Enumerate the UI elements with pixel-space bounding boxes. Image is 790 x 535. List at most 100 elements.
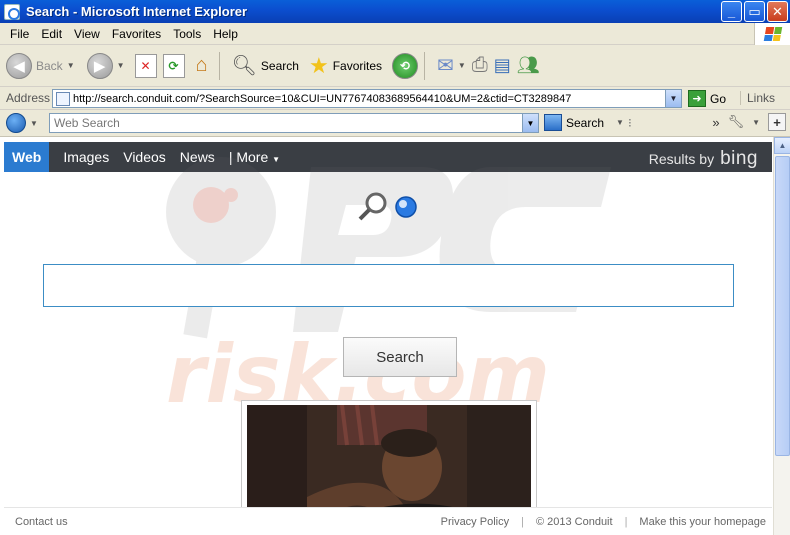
favorites-button[interactable]: ★ Favorites: [309, 53, 382, 79]
footer-divider: |: [624, 515, 628, 528]
printer-icon: ⎙: [471, 54, 488, 76]
nav-tab-videos[interactable]: Videos: [123, 149, 166, 165]
results-by-bing: Results by bing: [649, 148, 758, 170]
search-icon: 🔍︎: [231, 55, 257, 77]
menu-help[interactable]: Help: [213, 27, 238, 41]
address-bar: Address http://search.conduit.com/?Searc…: [0, 87, 790, 110]
main-search-input[interactable]: [44, 265, 733, 306]
toolbar-search-button[interactable]: Search ▼ ⁝: [544, 114, 632, 131]
stop-icon: ✕: [134, 53, 157, 78]
mail-icon: ✉: [437, 55, 454, 77]
close-button[interactable]: ✕: [767, 1, 788, 22]
chevron-down-icon[interactable]: ▼: [30, 119, 38, 128]
standard-toolbar: ◀ Back ▼ ▶ ▼ ✕ ⟳ ⌂ 🔍︎ Search ★ Favorites…: [0, 45, 790, 87]
forward-arrow-icon: ▶: [86, 52, 113, 79]
toolbar-search-label: Search: [566, 115, 605, 130]
menu-bar: File Edit View Favorites Tools Help: [0, 23, 790, 45]
go-button[interactable]: ➜ Go: [688, 90, 726, 107]
address-input[interactable]: http://search.conduit.com/?SearchSource=…: [52, 89, 682, 108]
messenger-button[interactable]: 👥︎: [517, 55, 540, 76]
wrench-icon[interactable]: 🔧︎: [728, 114, 745, 130]
go-label: Go: [710, 91, 727, 106]
chevron-down-icon: ▼: [116, 61, 125, 70]
page-footer: Contact us Privacy Policy | © 2013 Condu…: [4, 507, 772, 535]
back-button[interactable]: ◀ Back ▼: [6, 52, 75, 79]
address-dropdown-button[interactable]: ▼: [665, 90, 681, 107]
contact-us-link[interactable]: Contact us: [15, 516, 68, 528]
minimize-button[interactable]: _: [721, 1, 742, 22]
search-nav-bar: Web Images Videos News | More ▼ Results …: [4, 142, 772, 172]
results-by-label: Results by: [648, 151, 715, 167]
nav-more[interactable]: | More ▼: [229, 149, 280, 165]
main-search-box: [43, 264, 734, 307]
chevron-down-icon[interactable]: ▼: [752, 118, 760, 127]
history-button[interactable]: ⟲: [392, 52, 419, 79]
privacy-policy-link[interactable]: Privacy Policy: [441, 516, 509, 528]
toolbar-search-box: ▼: [49, 113, 539, 133]
refresh-icon: ⟳: [162, 53, 185, 78]
page-content: Web Images Videos News | More ▼ Results …: [0, 137, 773, 535]
go-arrow-icon: ➜: [688, 90, 706, 107]
bing-logo: bing: [720, 148, 758, 169]
nav-tab-news[interactable]: News: [180, 149, 215, 165]
menu-favorites[interactable]: Favorites: [112, 27, 161, 41]
title-bar: Search - Microsoft Internet Explorer _ ▭…: [0, 0, 790, 23]
magnifier-icon: [358, 192, 417, 221]
home-button[interactable]: ⌂: [191, 54, 213, 78]
search-label: Search: [260, 58, 299, 73]
ie-icon: [4, 3, 20, 20]
window-controls: _ ▭ ✕: [721, 1, 788, 22]
more-options-icon[interactable]: ⁝: [628, 116, 632, 130]
chevron-down-icon: ▼: [272, 155, 281, 164]
edit-button[interactable]: ▤: [494, 55, 511, 76]
nav-more-label: | More: [228, 149, 269, 165]
maximize-button[interactable]: ▭: [744, 1, 765, 22]
menu-file[interactable]: File: [10, 27, 29, 41]
chevron-down-icon[interactable]: ▼: [616, 118, 624, 127]
edit-icon: ▤: [493, 55, 511, 75]
search-submit-button[interactable]: Search: [343, 337, 457, 377]
nav-tab-web[interactable]: Web: [4, 142, 50, 172]
scroll-thumb[interactable]: [775, 156, 790, 456]
add-button[interactable]: +: [768, 113, 786, 131]
make-homepage-link[interactable]: Make this your homepage: [639, 516, 766, 528]
address-label: Address: [6, 91, 51, 105]
conduit-search-logo: [358, 191, 420, 221]
back-arrow-icon: ◀: [6, 52, 32, 79]
conduit-logo-icon[interactable]: [6, 113, 26, 133]
conduit-toolbar: ▼ ▼ Search ▼ ⁝ » 🔧︎ ▼ +: [0, 110, 790, 137]
toolbar-search-input[interactable]: [50, 114, 510, 132]
footer-divider: |: [521, 515, 524, 528]
search-button[interactable]: 🔍︎ Search: [232, 53, 299, 78]
print-button[interactable]: ⎙: [472, 54, 488, 77]
favorites-label: Favorites: [332, 58, 383, 73]
links-button[interactable]: Links: [740, 91, 775, 105]
scroll-up-button[interactable]: ▲: [774, 137, 790, 154]
address-url[interactable]: http://search.conduit.com/?SearchSource=…: [73, 93, 571, 105]
back-label: Back: [36, 58, 63, 73]
chevron-right-icon[interactable]: »: [712, 115, 719, 130]
toolbar-right-controls: » 🔧︎ ▼ +: [712, 113, 786, 131]
toolbar-search-dropdown[interactable]: ▼: [522, 114, 538, 132]
chevron-down-icon: ▼: [66, 61, 75, 70]
forward-button[interactable]: ▶ ▼: [86, 52, 125, 79]
windows-logo-icon: [754, 23, 790, 45]
page-icon: [56, 91, 70, 106]
toolbar-divider: [424, 51, 426, 80]
mail-button[interactable]: ✉ ▼: [437, 53, 466, 78]
footer-links: Privacy Policy | © 2013 Conduit | Make t…: [441, 516, 766, 528]
nav-tab-images[interactable]: Images: [63, 149, 109, 165]
star-icon: ★: [308, 52, 329, 78]
refresh-button[interactable]: ⟳: [162, 53, 185, 78]
vertical-scrollbar[interactable]: ▲: [773, 137, 790, 535]
copyright-text: © 2013 Conduit: [535, 515, 613, 528]
search-icon: [544, 114, 562, 131]
stop-button[interactable]: ✕: [134, 53, 157, 78]
window-title: Search - Microsoft Internet Explorer: [26, 4, 248, 19]
home-icon: ⌂: [195, 54, 208, 76]
menu-edit[interactable]: Edit: [41, 27, 62, 41]
menu-tools[interactable]: Tools: [173, 27, 201, 41]
menu-view[interactable]: View: [74, 27, 100, 41]
messenger-icon: 👥︎: [516, 55, 540, 75]
chevron-down-icon: ▼: [457, 61, 466, 70]
